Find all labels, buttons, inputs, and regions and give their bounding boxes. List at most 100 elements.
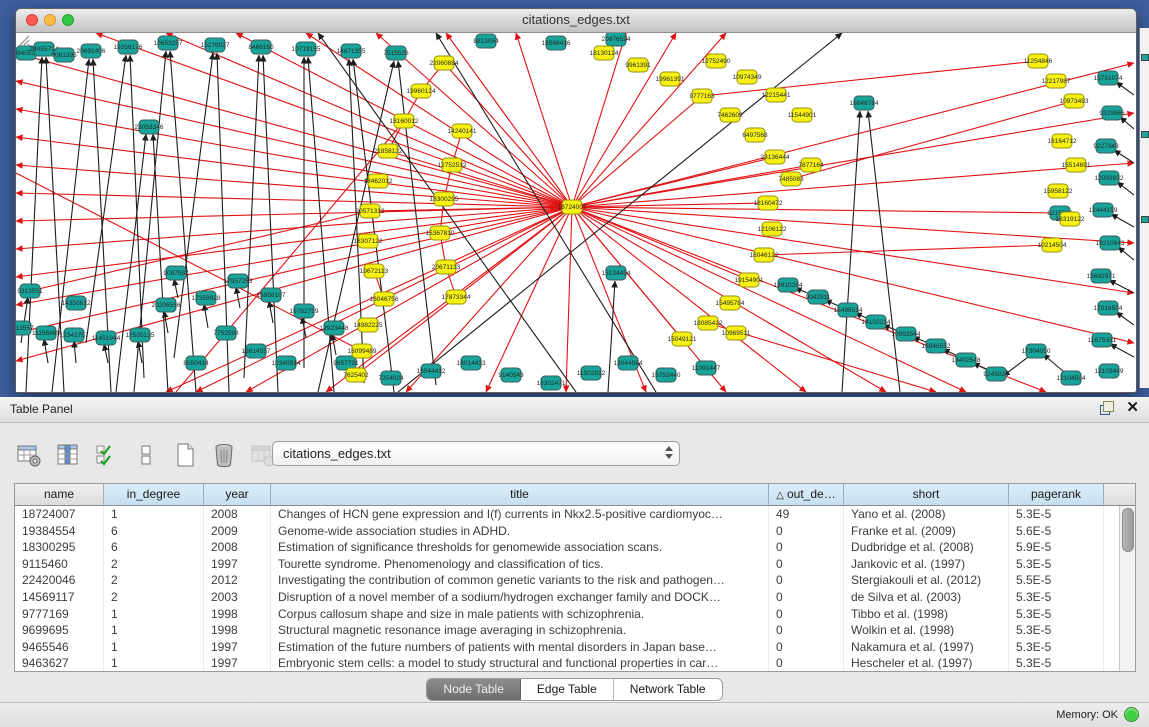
cell-name[interactable]: 9777169 bbox=[15, 606, 104, 623]
graph-edge[interactable] bbox=[16, 207, 572, 305]
cell-title[interactable]: Disruption of a novel member of a sodium… bbox=[271, 589, 769, 606]
cell-pagerank[interactable]: 5.3E-5 bbox=[1009, 606, 1104, 623]
table-row[interactable]: 969969511998Structural magnetic resonanc… bbox=[15, 622, 1119, 639]
graph-edge[interactable] bbox=[1110, 344, 1134, 357]
graph-edge[interactable] bbox=[1117, 182, 1134, 195]
cell-title[interactable]: Estimation of significance thresholds fo… bbox=[271, 539, 769, 556]
cell-title[interactable]: Embryonic stem cells: a model to study s… bbox=[271, 655, 769, 672]
column-header-year[interactable]: year bbox=[204, 484, 271, 505]
tab-node-table[interactable]: Node Table bbox=[427, 679, 521, 700]
cell-year[interactable]: 2003 bbox=[204, 589, 271, 606]
graph-edge[interactable] bbox=[566, 207, 572, 392]
column-header-short[interactable]: short bbox=[844, 484, 1009, 505]
table-row[interactable]: 1830029562008Estimation of significance … bbox=[15, 539, 1119, 556]
show-columns-button[interactable] bbox=[53, 440, 83, 470]
graph-edge[interactable] bbox=[138, 341, 142, 363]
cell-pagerank[interactable]: 5.5E-5 bbox=[1009, 572, 1104, 589]
cell-name[interactable]: 18300295 bbox=[15, 539, 104, 556]
table-row[interactable]: 911546021997Tourette syndrome. Phenomeno… bbox=[15, 556, 1119, 573]
cell-in_degree[interactable]: 1 bbox=[104, 655, 204, 672]
cell-name[interactable]: 18724007 bbox=[15, 506, 104, 523]
cell-year[interactable]: 1998 bbox=[204, 606, 271, 623]
cell-title[interactable]: Corpus callosum shape and size in male p… bbox=[271, 606, 769, 623]
cell-title[interactable]: Genome-wide association studies in ADHD. bbox=[271, 523, 769, 540]
graph-edge[interactable] bbox=[16, 193, 572, 207]
cell-in_degree[interactable]: 6 bbox=[104, 523, 204, 540]
cell-in_degree[interactable]: 2 bbox=[104, 556, 204, 573]
cell-pagerank[interactable]: 5.3E-5 bbox=[1009, 639, 1104, 656]
graph-edge[interactable] bbox=[1118, 247, 1134, 260]
table-row[interactable]: 1938455462009Genome-wide association stu… bbox=[15, 523, 1119, 540]
memory-indicator[interactable]: Memory: OK bbox=[1056, 707, 1139, 722]
citation-graph[interactable]: 8940534240557249061395206914061935617610… bbox=[16, 33, 1134, 392]
graph-edge[interactable] bbox=[16, 207, 572, 277]
graph-edge[interactable] bbox=[263, 55, 278, 392]
table-mode-button[interactable] bbox=[14, 440, 44, 470]
cell-out_degree[interactable]: 0 bbox=[769, 523, 844, 540]
graph-edge[interactable] bbox=[1116, 82, 1134, 95]
cell-name[interactable]: 22420046 bbox=[15, 572, 104, 589]
cell-out_degree[interactable]: 0 bbox=[769, 622, 844, 639]
cell-year[interactable]: 2008 bbox=[204, 506, 271, 523]
graph-edge[interactable] bbox=[44, 339, 48, 363]
table-row[interactable]: 946362711997Embryonic stem cells: a mode… bbox=[15, 655, 1119, 672]
table-row[interactable]: 1456911722003Disruption of a novel membe… bbox=[15, 589, 1119, 606]
cell-out_degree[interactable]: 0 bbox=[769, 572, 844, 589]
graph-edge[interactable] bbox=[384, 207, 572, 299]
cell-out_degree[interactable]: 0 bbox=[769, 539, 844, 556]
graph-edge[interactable] bbox=[436, 33, 656, 392]
cell-out_degree[interactable]: 0 bbox=[769, 639, 844, 656]
select-all-button[interactable] bbox=[92, 440, 122, 470]
cell-in_degree[interactable]: 1 bbox=[104, 606, 204, 623]
table-row[interactable]: 977716911998Corpus callosum shape and si… bbox=[15, 606, 1119, 623]
graph-edge[interactable] bbox=[349, 59, 364, 383]
table-select-dropdown[interactable]: citations_edges.txt bbox=[272, 441, 680, 466]
graph-edge[interactable] bbox=[26, 57, 42, 392]
graph-edge[interactable] bbox=[244, 55, 259, 378]
graph-edge[interactable] bbox=[16, 81, 572, 207]
cell-out_degree[interactable]: 49 bbox=[769, 506, 844, 523]
cell-name[interactable]: 9699695 bbox=[15, 622, 104, 639]
cell-name[interactable]: 14569117 bbox=[15, 589, 104, 606]
float-panel-icon[interactable] bbox=[1100, 401, 1114, 415]
cell-in_degree[interactable]: 1 bbox=[104, 506, 204, 523]
cell-in_degree[interactable]: 2 bbox=[104, 572, 204, 589]
cell-short[interactable]: Stergiakouli et al. (2012) bbox=[844, 572, 1009, 589]
cell-pagerank[interactable]: 5.3E-5 bbox=[1009, 556, 1104, 573]
cell-in_degree[interactable]: 6 bbox=[104, 539, 204, 556]
cell-out_degree[interactable]: 0 bbox=[769, 655, 844, 672]
graph-edge[interactable] bbox=[1114, 150, 1134, 163]
column-header-name[interactable]: name bbox=[15, 484, 104, 505]
cell-pagerank[interactable]: 5.6E-5 bbox=[1009, 523, 1104, 540]
close-panel-icon[interactable]: ✕ bbox=[1126, 401, 1139, 415]
graph-edge[interactable] bbox=[1111, 214, 1134, 227]
cell-out_degree[interactable]: 0 bbox=[769, 556, 844, 573]
cell-short[interactable]: Tibbo et al. (1998) bbox=[844, 606, 1009, 623]
column-header-title[interactable]: title bbox=[271, 484, 769, 505]
cell-short[interactable]: Jankovic et al. (1997) bbox=[844, 556, 1009, 573]
table-row[interactable]: 2242004622012Investigating the contribut… bbox=[15, 572, 1119, 589]
graph-edge[interactable] bbox=[446, 33, 572, 207]
cell-year[interactable]: 2012 bbox=[204, 572, 271, 589]
graph-edge[interactable] bbox=[398, 61, 436, 385]
cell-year[interactable]: 1997 bbox=[204, 639, 271, 656]
cell-year[interactable]: 2008 bbox=[204, 539, 271, 556]
column-header-out_degree[interactable]: △out_de… bbox=[769, 484, 844, 505]
graph-edge[interactable] bbox=[1120, 117, 1134, 129]
tab-edge-table[interactable]: Edge Table bbox=[521, 679, 614, 700]
column-header-pagerank[interactable]: pagerank bbox=[1009, 484, 1104, 505]
cell-pagerank[interactable]: 5.9E-5 bbox=[1009, 539, 1104, 556]
network-canvas[interactable]: 8940534240557249061395206914061935617610… bbox=[16, 33, 1134, 392]
table-scrollbar-thumb[interactable] bbox=[1122, 508, 1134, 552]
graph-edge[interactable] bbox=[236, 287, 240, 308]
graph-edge[interactable] bbox=[30, 211, 370, 291]
graph-edge[interactable] bbox=[153, 134, 168, 392]
table-row[interactable]: 946554611997Estimation of the future num… bbox=[15, 639, 1119, 656]
cell-in_degree[interactable]: 1 bbox=[104, 622, 204, 639]
table-scrollbar[interactable] bbox=[1119, 506, 1135, 672]
cell-short[interactable]: Hescheler et al. (1997) bbox=[844, 655, 1009, 672]
cell-title[interactable]: Tourette syndrome. Phenomenology and cla… bbox=[271, 556, 769, 573]
cell-in_degree[interactable]: 1 bbox=[104, 639, 204, 656]
graph-edge[interactable] bbox=[96, 33, 572, 207]
table-row[interactable]: 1872400712008Changes of HCN gene express… bbox=[15, 506, 1119, 523]
